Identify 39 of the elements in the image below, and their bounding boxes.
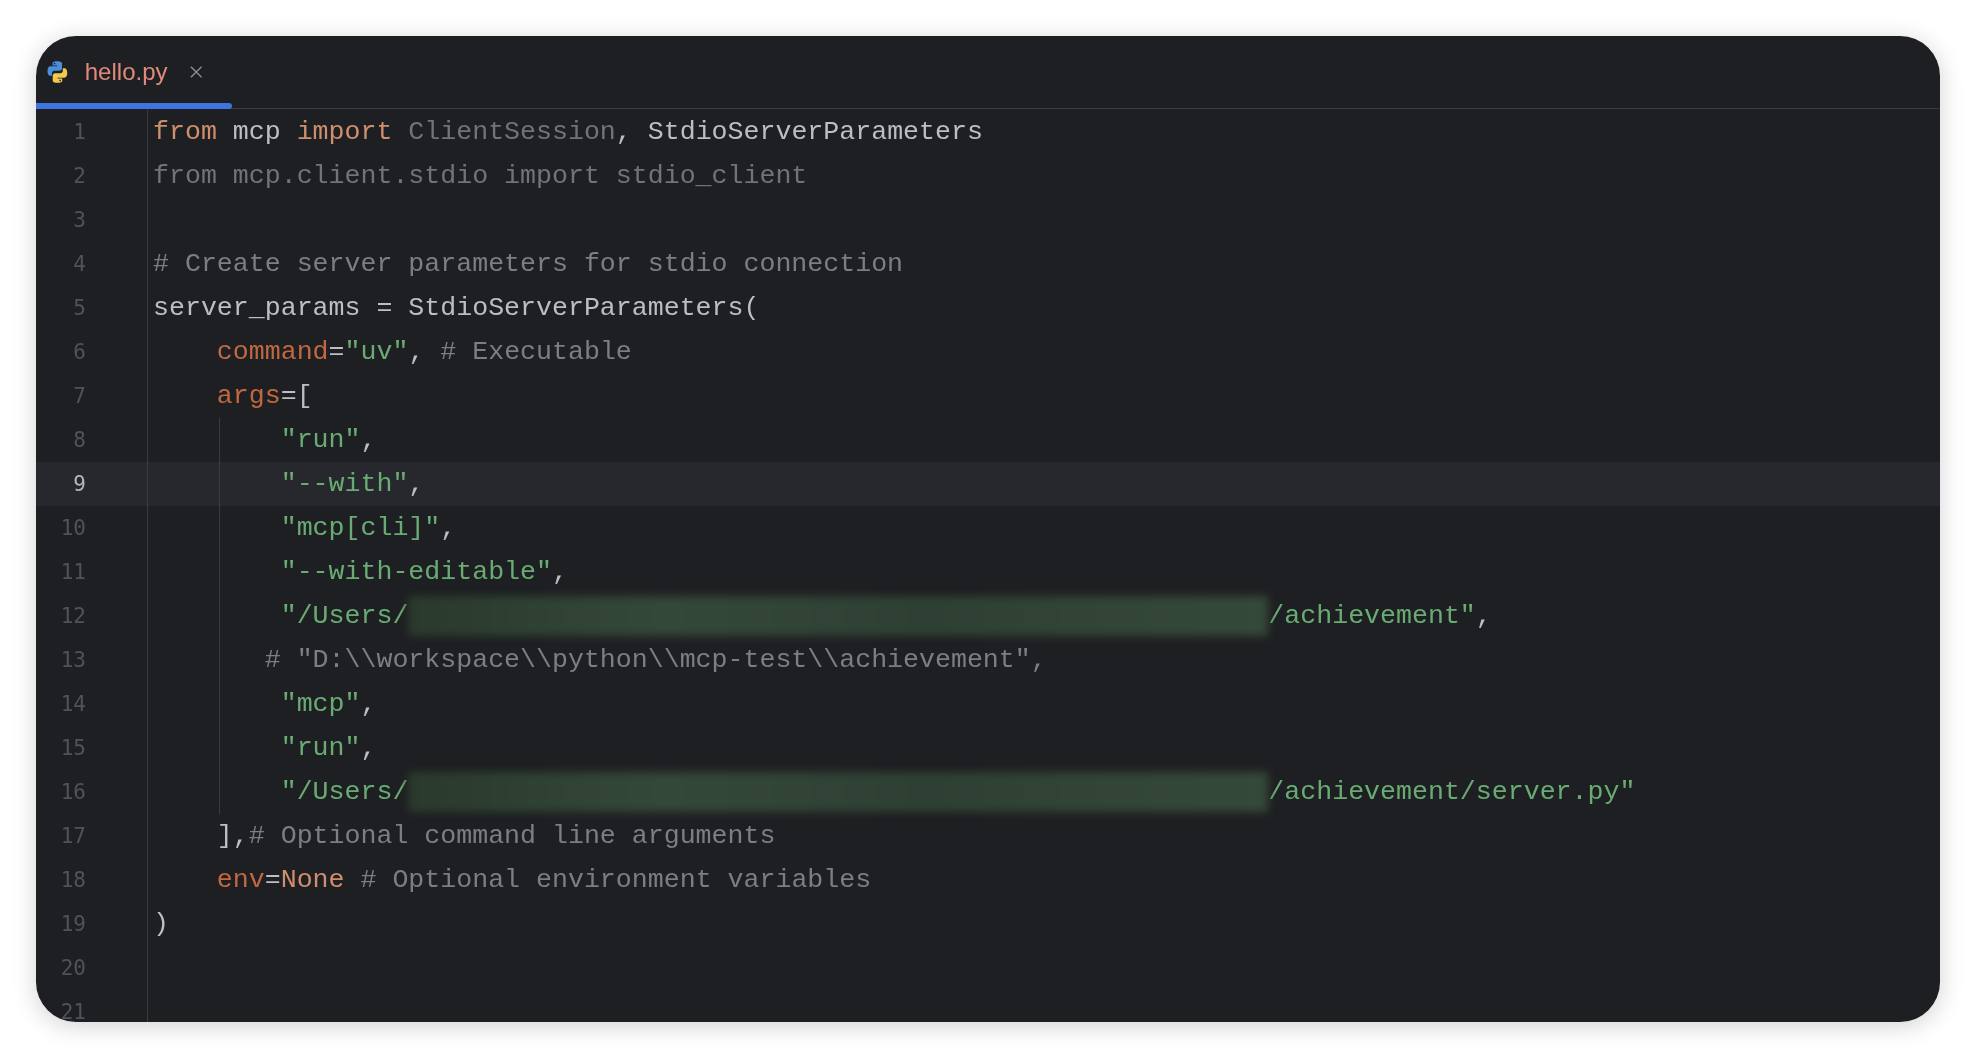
- line-number: 16: [59, 780, 86, 804]
- code-line: ],# Optional command line arguments: [215, 821, 776, 851]
- file-tab[interactable]: hello.py: [36, 36, 232, 108]
- line-number: 21: [59, 1000, 86, 1022]
- line-number: 17: [59, 824, 86, 848]
- line-number: 7: [72, 384, 86, 408]
- line-number: 15: [59, 736, 86, 760]
- code-line: "mcp",: [279, 689, 377, 719]
- code-line: # Create server parameters for stdio connection: [153, 249, 904, 279]
- line-number: 10: [59, 516, 86, 540]
- code-line: command="uv", # Executable: [215, 337, 632, 367]
- line-number: 14: [59, 692, 86, 716]
- line-number: 4: [72, 252, 86, 276]
- code-line: env=None # Optional environment variables: [215, 865, 872, 895]
- code-line: "mcp[cli]",: [279, 513, 457, 543]
- code-line: from mcp import ClientSession, StdioServerParameters: [153, 117, 983, 147]
- code-line: "run",: [279, 733, 377, 763]
- line-number: 2: [72, 164, 86, 188]
- line-number: 20: [59, 956, 86, 980]
- code-line: "--with",: [279, 469, 425, 499]
- line-number: 6: [72, 340, 86, 364]
- code-line: "run",: [279, 425, 377, 455]
- line-number: 11: [59, 560, 86, 584]
- code-line: ): [153, 909, 169, 939]
- code-line: "--with-editable",: [279, 557, 568, 587]
- code-line: from mcp.client.stdio import stdio_client: [153, 161, 808, 191]
- line-number: 9: [72, 472, 86, 496]
- line-number: 5: [72, 296, 86, 320]
- line-number: 18: [59, 868, 86, 892]
- line-number: 8: [72, 428, 86, 452]
- code-line: # "D:\\workspace\\python\\mcp-test\\achievement",: [263, 645, 1047, 675]
- line-number: 1: [72, 120, 86, 144]
- line-number: 13: [59, 648, 86, 672]
- line-number: 3: [72, 208, 86, 232]
- line-number: 12: [59, 604, 86, 628]
- close-icon[interactable]: [189, 65, 202, 79]
- line-number: 19: [59, 912, 86, 936]
- code-line: server_params = StdioServerParameters(: [153, 293, 760, 323]
- code-line: args=[: [215, 381, 313, 411]
